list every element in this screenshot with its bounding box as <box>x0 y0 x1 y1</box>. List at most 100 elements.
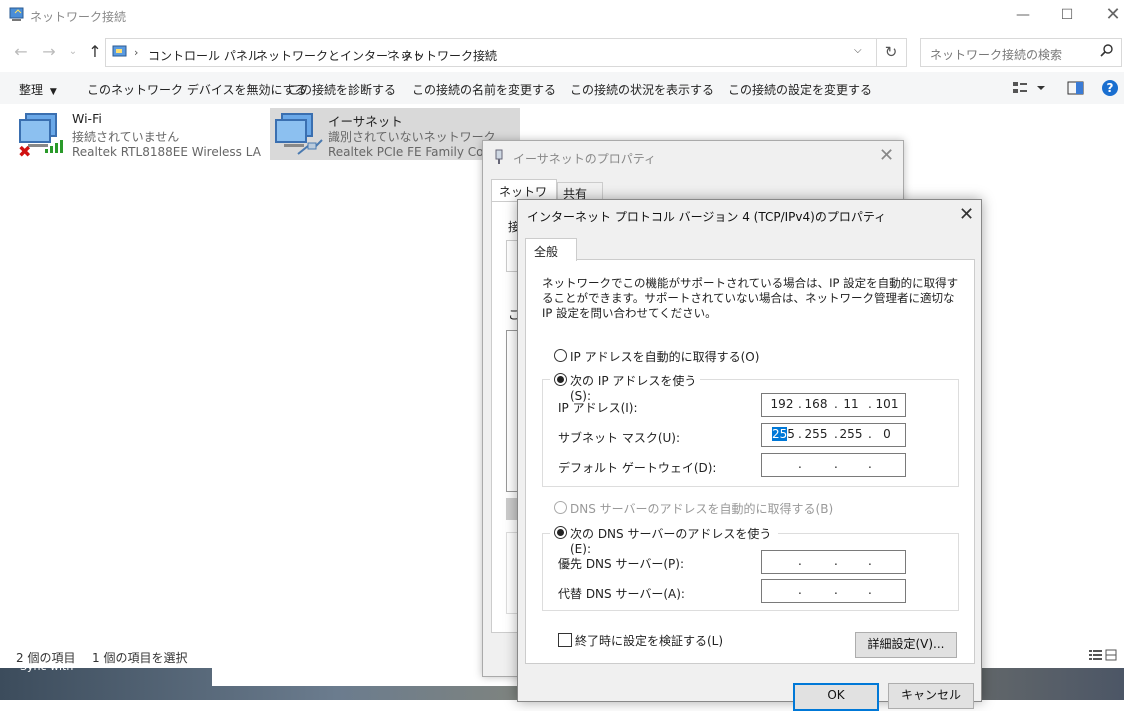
dot: . <box>834 457 838 471</box>
address-dropdown-icon[interactable]: ⌵ <box>854 45 862 56</box>
dns-preferred-label: 優先 DNS サーバー(P): <box>558 557 684 571</box>
gateway-label: デフォルト ゲートウェイ(D): <box>558 461 717 475</box>
ip-manual-radio[interactable]: 次の IP アドレスを使う(S): <box>550 372 700 403</box>
radio-circle <box>554 349 567 362</box>
search-icon[interactable] <box>1100 43 1114 60</box>
dot: . <box>798 583 802 597</box>
ip-address-field[interactable]: 192 . 168 . 11 . 101 <box>761 393 906 417</box>
tab-general-label: 全般 <box>534 245 559 259</box>
subnet-mask-field[interactable]: 255 . 255 . 255 . 0 <box>761 423 906 447</box>
dns-preferred-field[interactable]: . . . <box>761 550 906 574</box>
view-options-icon[interactable] <box>1012 80 1048 99</box>
dot: . <box>834 397 838 411</box>
general-panel: ネットワークでこの機能がサポートされている場合は、IP 設定を自動的に取得するこ… <box>525 259 975 664</box>
dot: . <box>834 583 838 597</box>
minimize-button[interactable]: — <box>1000 0 1046 32</box>
organize-button[interactable]: 整理 ▼ <box>19 81 57 98</box>
advanced-button[interactable]: 詳細設定(V)... <box>855 632 957 658</box>
control-panel-icon <box>112 44 128 60</box>
view-status-button[interactable]: この接続の状況を表示する <box>570 81 714 98</box>
octet: 0 <box>883 427 891 441</box>
radio-circle <box>554 373 567 386</box>
radio-circle <box>554 501 567 514</box>
dot: . <box>798 427 802 441</box>
up-arrow-icon[interactable]: ↑ <box>84 42 106 62</box>
item-status: 識別されていないネットワーク <box>328 130 496 144</box>
organize-label: 整理 <box>19 83 44 97</box>
ip-address-label: IP アドレス(I): <box>558 401 638 415</box>
dot: . <box>798 397 802 411</box>
selected-count: 1 個の項目を選択 <box>92 651 188 665</box>
breadcrumb-network-connections[interactable]: ネットワーク接続 <box>401 47 497 64</box>
title-bar: ネットワーク接続 — ☐ ✕ <box>0 0 1124 32</box>
selected-text: 25 <box>772 427 788 441</box>
close-button[interactable]: ✕ <box>1090 0 1124 32</box>
diagnose-button[interactable]: この接続を診断する <box>288 81 396 98</box>
item-status: 接続されていません <box>72 130 180 144</box>
octet: 255 <box>839 427 863 441</box>
checkbox-box <box>558 633 572 647</box>
ok-button[interactable]: OK <box>793 683 879 711</box>
subnet-mask-label: サブネット マスク(U): <box>558 431 681 445</box>
octet: 192 <box>770 397 794 411</box>
octet: 168 <box>804 397 828 411</box>
dot: . <box>868 427 872 441</box>
dot: . <box>798 457 802 471</box>
address-row: ← → ⌄ ↑ › コントロール パネル › ネットワークとインターネット › … <box>0 34 1124 68</box>
ip-auto-radio[interactable]: IP アドレスを自動的に取得する(O) <box>554 348 854 364</box>
signal-bars-icon <box>44 138 68 157</box>
dns-manual-label: 次の DNS サーバーのアドレスを使う(E): <box>570 527 772 556</box>
dns-auto-label: DNS サーバーのアドレスを自動的に取得する(B) <box>570 502 834 516</box>
dns-manual-radio[interactable]: 次の DNS サーバーのアドレスを使う(E): <box>550 525 778 556</box>
octet-first: 255 <box>772 427 795 441</box>
recent-chevron-icon[interactable]: ⌄ <box>62 46 84 66</box>
dot: . <box>868 397 872 411</box>
octet: 101 <box>875 397 899 411</box>
list-item-wifi[interactable]: ✖ Wi-Fi 接続されていません Realtek RTL8188EE Wire… <box>14 108 264 161</box>
disable-device-button[interactable]: このネットワーク デバイスを無効にする <box>87 81 307 98</box>
validate-label: 終了時に設定を検証する(L) <box>575 634 724 648</box>
chevron-down-icon: ▼ <box>49 87 57 97</box>
address-bar[interactable]: › コントロール パネル › ネットワークとインターネット › ネットワーク接続… <box>105 38 877 67</box>
dns-auto-radio[interactable]: DNS サーバーのアドレスを自動的に取得する(B) <box>554 500 854 516</box>
dot: . <box>798 554 802 568</box>
network-connections-icon <box>9 7 25 23</box>
dialog-title: インターネット プロトコル バージョン 4 (TCP/IPv4)のプロパティ <box>527 210 887 224</box>
desktop-label: Sync with <box>20 660 74 673</box>
cancel-button[interactable]: キャンセル <box>888 683 974 709</box>
ip-auto-label: IP アドレスを自動的に取得する(O) <box>570 350 760 364</box>
dns-alternate-field[interactable]: . . . <box>761 579 906 603</box>
dot: . <box>834 427 838 441</box>
rename-button[interactable]: この接続の名前を変更する <box>412 81 556 98</box>
disconnected-x-icon: ✖ <box>18 142 32 161</box>
octet: 255 <box>804 427 828 441</box>
octet: 11 <box>843 397 859 411</box>
details-view-icon[interactable] <box>1088 648 1118 665</box>
description-text: ネットワークでこの機能がサポートされている場合は、IP 設定を自動的に取得するこ… <box>542 276 959 320</box>
search-input[interactable]: ネットワーク接続の検索 <box>920 38 1122 67</box>
help-icon[interactable]: ? <box>1101 79 1119 100</box>
validate-checkbox[interactable]: 終了時に設定を検証する(L) <box>558 632 758 648</box>
breadcrumb-network-internet[interactable]: ネットワークとインターネット <box>256 47 424 64</box>
props-close-icon[interactable]: ✕ <box>879 145 894 166</box>
dot: . <box>868 457 872 471</box>
props-title: イーサネットのプロパティ <box>513 152 657 166</box>
maximize-button[interactable]: ☐ <box>1044 0 1090 32</box>
preview-pane-icon[interactable] <box>1067 80 1085 99</box>
back-arrow-icon[interactable]: ← <box>10 42 32 62</box>
item-name: Wi-Fi <box>72 111 102 126</box>
refresh-icon[interactable]: ↻ <box>876 38 907 67</box>
window-title: ネットワーク接続 <box>30 10 127 24</box>
tab-general[interactable]: 全般 <box>525 238 577 261</box>
change-settings-button[interactable]: この接続の設定を変更する <box>728 81 872 98</box>
dot: . <box>834 554 838 568</box>
gateway-field[interactable]: . . . <box>761 453 906 477</box>
search-placeholder: ネットワーク接続の検索 <box>930 48 1063 62</box>
forward-arrow-icon[interactable]: → <box>38 42 60 62</box>
ethernet-cable-icon <box>296 136 324 159</box>
item-adapter: Realtek RTL8188EE Wireless LAN 8... <box>72 145 262 159</box>
dns-alternate-label: 代替 DNS サーバー(A): <box>558 587 685 601</box>
dot: . <box>868 554 872 568</box>
radio-circle <box>554 526 567 539</box>
dialog-close-icon[interactable]: ✕ <box>959 204 974 225</box>
